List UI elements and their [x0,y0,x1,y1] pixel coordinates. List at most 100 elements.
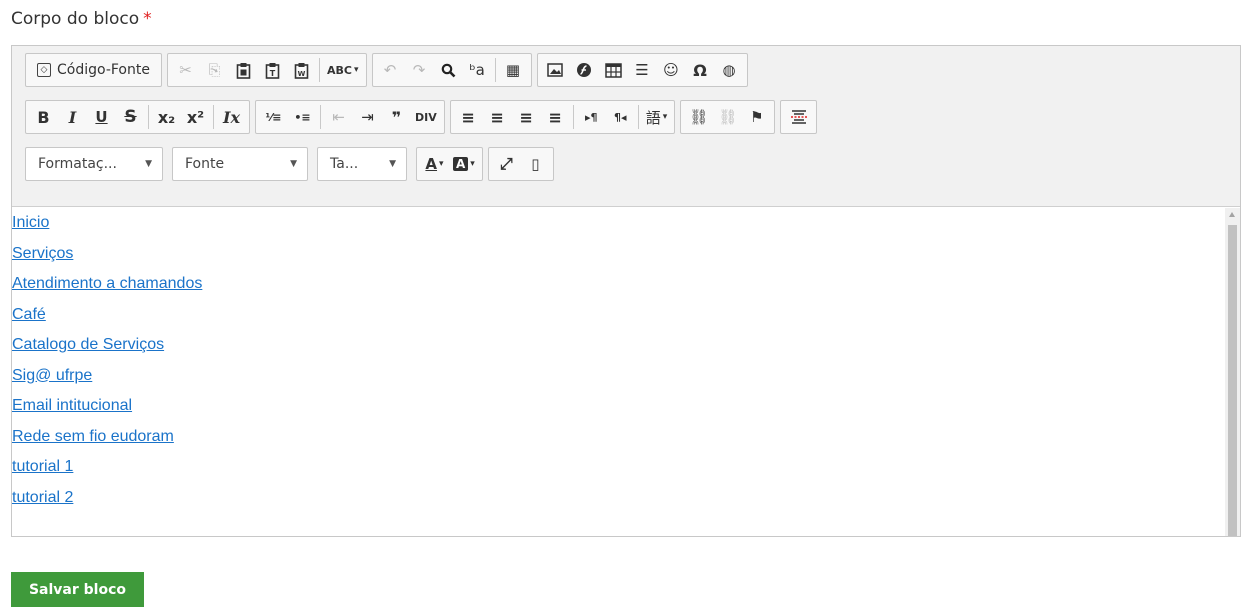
redo-icon[interactable]: ↷ [406,56,433,84]
chevron-down-icon: ▾ [470,159,475,169]
paste-word-glyph: W [298,70,306,78]
cut-icon[interactable]: ✂ [172,56,199,84]
paste-icon[interactable] [230,56,257,84]
link-catalogo[interactable]: Catalogo de Serviços [12,336,164,353]
blockquote-icon[interactable]: ❞ [383,103,410,131]
link-inicio[interactable]: Inicio [12,214,49,231]
format-select[interactable]: Formataç... ▼ [25,147,163,181]
bullet-list-icon[interactable]: •≡ [289,103,316,131]
group-alignment: ≡ ≡ ≡ ≡ ▸¶ ¶◂ 語 ▾ [449,100,676,134]
show-blocks-icon[interactable]: ▯ [522,150,549,178]
list-item: Inicio [12,208,1240,239]
align-justify-icon[interactable]: ≡ [542,103,569,131]
image-icon[interactable] [542,56,569,84]
horizontal-rule-icon[interactable]: ☰ [629,56,656,84]
list-item: Rede sem fio eudoram tutorial 1 tutorial… [12,422,1240,514]
rtl-icon[interactable]: ¶◂ [607,103,634,131]
scroll-up-icon[interactable] [1229,212,1235,217]
underline-button[interactable]: U [88,103,115,131]
chevron-down-icon: ▼ [389,159,396,169]
content-scrollbar[interactable] [1225,208,1240,536]
link-email[interactable]: Email intitucional [12,397,132,414]
replace-icon[interactable]: ᵇa [464,56,491,84]
spellcheck-button[interactable]: ABC ▾ [324,56,362,84]
source-code-label: Código-Fonte [57,62,150,78]
font-select[interactable]: Fonte ▼ [172,147,308,181]
remove-format-button[interactable]: Ix [218,103,245,131]
select-all-icon[interactable]: ▦ [500,56,527,84]
subscript-button[interactable]: x₂ [153,103,180,131]
list-item: Café [12,300,1240,331]
page-break-icon[interactable] [785,103,812,131]
group-paragraph: ⅟≡ •≡ ⇤ ⇥ ❞ DIV [255,100,445,134]
link-tutorial-1[interactable]: tutorial 1 [12,458,73,475]
separator [572,105,574,129]
align-left-icon[interactable]: ≡ [455,103,482,131]
italic-button[interactable]: I [59,103,86,131]
ltr-icon[interactable]: ▸¶ [578,103,605,131]
separator [637,105,639,129]
save-block-button[interactable]: Salvar bloco [11,572,144,607]
ordered-list-icon[interactable]: ⅟≡ [260,103,287,131]
maximize-icon[interactable]: ⤢ [493,150,520,178]
div-container-icon[interactable]: DIV [412,103,440,131]
required-mark: * [143,9,152,29]
omega-glyph: Ω [693,60,707,80]
format-select-value: Formataç... [38,156,117,172]
group-editing: ↶ ↷ ᵇa ▦ [371,53,532,87]
align-right-icon[interactable]: ≡ [513,103,540,131]
list-item: Email intitucional [12,391,1240,422]
paste-word-icon[interactable]: W [288,56,315,84]
link-servicos[interactable]: Serviços [12,245,73,262]
size-select[interactable]: Ta... ▼ [317,147,407,181]
list-item: Atendimento a chamandos [12,269,1240,300]
list-item: Catalogo de Serviços [12,330,1240,361]
rich-text-editor: ◇ Código-Fonte ✂ ⎘ T W ABC ▾ ↶ ↷ ᵇa ▦ ☰ … [11,45,1241,537]
link-icon[interactable]: ⛓ [685,103,712,131]
size-select-value: Ta... [330,156,359,172]
smiley-icon[interactable]: ☺ [658,56,685,84]
outdent-icon[interactable]: ⇤ [325,103,352,131]
link-tutorial-2[interactable]: tutorial 2 [12,489,73,506]
group-basic-styles: B I U S x₂ x² Ix [25,100,250,134]
special-char-icon[interactable]: Ω [687,56,714,84]
bg-color-button[interactable]: A ▾ [450,150,478,178]
group-source: ◇ Código-Fonte [25,53,162,87]
undo-icon[interactable]: ↶ [377,56,404,84]
separator [213,105,214,129]
bold-button[interactable]: B [30,103,57,131]
table-icon[interactable] [600,56,627,84]
link-cafe[interactable]: Café [12,306,46,323]
anchor-icon[interactable]: ⚑ [743,103,770,131]
list-item: tutorial 2 [12,483,1240,514]
text-color-button[interactable]: A ▾ [421,150,448,178]
source-code-button[interactable]: ◇ Código-Fonte [30,56,157,84]
toolbar-row-3: Formataç... ▼ Fonte ▼ Ta... ▼ A▾ A▾ ⤢ [25,146,1240,182]
editor-content[interactable]: Inicio Serviços Atendimento a chamandos … [12,208,1240,536]
unlink-icon[interactable]: ⛓ [714,103,741,131]
paste-text-icon[interactable]: T [259,56,286,84]
bg-color-icon: A [453,157,469,171]
paste-text-glyph: T [270,69,276,78]
field-label: Corpo do bloco * [11,9,152,29]
superscript-button[interactable]: x² [182,103,209,131]
chevron-down-icon: ▾ [353,65,359,75]
scrollbar-thumb[interactable] [1228,225,1237,536]
spellcheck-icon: ABC [326,63,352,77]
link-atendimento[interactable]: Atendimento a chamandos [12,275,202,292]
copy-icon[interactable]: ⎘ [201,56,228,84]
link-sigaa[interactable]: Sig@ ufrpe [12,367,92,384]
group-colors: A ▾ A ▾ [416,147,483,181]
indent-icon[interactable]: ⇥ [354,103,381,131]
strike-button[interactable]: S [117,103,144,131]
group-links: ⛓ ⛓ ⚑ [680,100,776,134]
group-page-break [780,100,818,134]
language-button[interactable]: 語 ▾ [643,103,671,131]
iframe-icon[interactable]: ◍ [716,56,743,84]
flash-icon[interactable] [571,56,598,84]
find-icon[interactable] [435,56,462,84]
align-center-icon[interactable]: ≡ [484,103,511,131]
source-code-icon: ◇ [37,63,51,77]
link-rede-sem-fio[interactable]: Rede sem fio eudoram [12,428,174,445]
field-label-text: Corpo do bloco [11,9,140,29]
